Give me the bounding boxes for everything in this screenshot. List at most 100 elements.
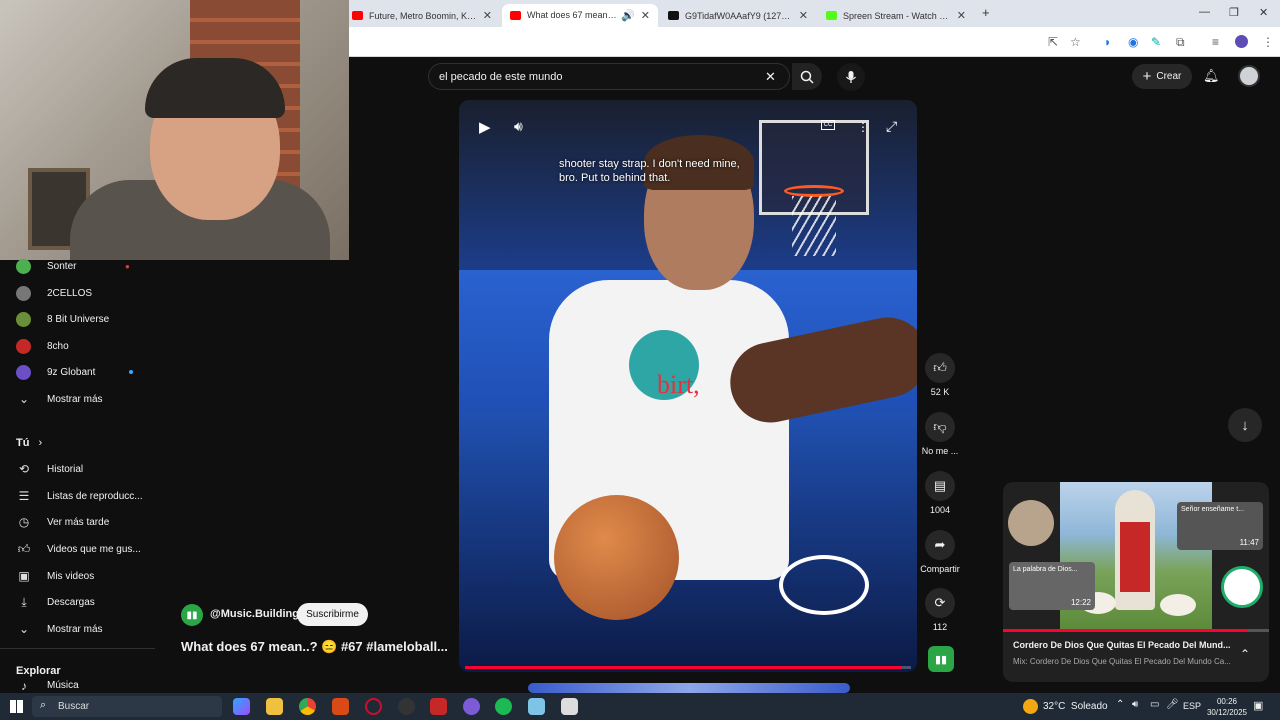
notification-center-icon[interactable]: ▣ (1253, 699, 1263, 712)
sidebar-item-history[interactable]: ⟲ Historial (0, 456, 155, 482)
app-icon[interactable] (430, 698, 447, 715)
windows-start-icon[interactable] (10, 700, 23, 713)
restore-icon[interactable]: ❐ (1229, 6, 1239, 19)
menu-icon[interactable]: ⋮ (1262, 35, 1274, 49)
brave-icon[interactable] (332, 698, 349, 715)
sidebar-item-music[interactable]: ♪ Música (0, 680, 155, 694)
comment-icon[interactable]: ▤ (925, 471, 955, 501)
close-icon[interactable]: ✕ (799, 9, 808, 22)
sidebar-item-subscription[interactable]: 2CELLOS (0, 280, 155, 306)
sidebar-item-watch-later[interactable]: ◷ Ver más tarde (0, 509, 155, 535)
extensions-puzzle-icon[interactable]: ⧉ (1176, 35, 1185, 50)
profile-avatar[interactable] (1235, 35, 1248, 48)
new-tab-button[interactable]: + (982, 5, 990, 20)
channel-name[interactable]: @Music.Building (210, 608, 299, 620)
search-button[interactable] (792, 63, 822, 90)
close-icon[interactable]: ✕ (641, 9, 650, 22)
miniplayer-title[interactable]: Cordero De Dios Que Quitas El Pecado Del… (1013, 640, 1238, 650)
app-icon[interactable] (528, 698, 545, 715)
close-window-icon[interactable]: ✕ (1259, 6, 1268, 19)
language-indicator[interactable]: ESP (1183, 701, 1201, 711)
account-avatar[interactable] (1238, 65, 1260, 87)
media-icon[interactable]: ≡ (1212, 35, 1219, 49)
browser-tab[interactable]: Spreen Stream - Watch Live on ✕ (818, 4, 974, 27)
more-options-icon[interactable]: ⋮ (857, 120, 869, 134)
opera-icon[interactable] (365, 698, 382, 715)
cast-icon[interactable]: ⇱ (1048, 35, 1058, 49)
sidebar-item-playlists[interactable]: ☰ Listas de reproducc... (0, 483, 155, 509)
mic-icon[interactable]: 🎤︎ (1166, 699, 1179, 710)
volume-icon[interactable]: 🔊︎ (514, 118, 523, 135)
extension-icon[interactable]: ◉ (1128, 35, 1138, 49)
share-action[interactable]: ➦ Compartir (918, 530, 962, 574)
fullscreen-icon[interactable]: ⤢ (886, 118, 897, 135)
taskbar-search[interactable]: ⌕ Buscar (32, 696, 222, 717)
subscribe-button[interactable]: Suscribirme (297, 603, 368, 626)
next-short-button[interactable]: ↓ (1228, 408, 1262, 442)
section-you-heading[interactable]: Tú › (16, 437, 42, 449)
file-explorer-icon[interactable] (266, 698, 283, 715)
comments-action[interactable]: ▤ 1004 (918, 471, 962, 515)
sidebar-item-subscription[interactable]: 8cho (0, 333, 155, 359)
share-icon[interactable]: ➦ (925, 530, 955, 560)
bookmark-star-icon[interactable]: ☆ (1070, 35, 1081, 49)
divider (0, 648, 155, 649)
show-more-button[interactable]: ⌄ Mostrar más (0, 616, 155, 642)
miniplayer-progress-track[interactable] (1003, 629, 1269, 632)
progress-track[interactable] (465, 666, 911, 669)
spotify-icon[interactable] (495, 698, 512, 715)
captions-icon[interactable]: CC (821, 120, 835, 130)
discord-icon[interactable] (463, 698, 480, 715)
sidebar-item-subscription[interactable]: 9z Globant (0, 359, 155, 385)
short-video-player[interactable]: ▶ 🔊︎ CC ⋮ ⤢ shooter stay strap. I don't … (459, 100, 917, 672)
chrome-icon[interactable] (299, 698, 316, 715)
search-input[interactable] (439, 69, 759, 85)
search-box[interactable]: ✕ (428, 63, 790, 90)
create-button[interactable]: + Crear (1132, 64, 1192, 89)
minimize-icon[interactable]: — (1199, 6, 1210, 18)
sidebar-item-subscription[interactable]: 8 Bit Universe (0, 306, 155, 332)
play-button[interactable]: ▶ (479, 118, 491, 136)
show-more-button[interactable]: ⌄ Mostrar más (0, 386, 155, 412)
notifications-bell-icon[interactable]: 🔔︎ (1203, 68, 1220, 84)
copilot-icon[interactable] (233, 698, 250, 715)
close-icon[interactable]: ✕ (483, 9, 492, 22)
sound-thumbnail[interactable]: ▮▮ (928, 646, 954, 672)
remix-icon[interactable]: ⟳ (925, 588, 955, 618)
calculator-icon[interactable] (561, 698, 578, 715)
network-icon[interactable]: ▭ (1150, 699, 1159, 710)
next-short-preview[interactable] (528, 683, 850, 693)
clear-search-icon[interactable]: ✕ (765, 69, 776, 85)
queue-thumbnail[interactable]: La palabra de Dios... 12:22 (1009, 562, 1095, 610)
browser-tab[interactable]: Future, Metro Boomin, Kendrick ✕ (344, 4, 500, 27)
browser-tab[interactable]: G9TidafW0AAafY9 (1274×1265) ✕ (660, 4, 816, 27)
sidebar-item-my-videos[interactable]: ▣ Mis videos (0, 563, 155, 589)
chevron-up-icon[interactable]: ⌃ (1116, 699, 1124, 710)
sidebar-item-downloads[interactable]: ⤓ Descargas (0, 589, 155, 615)
queue-thumbnail[interactable]: Señor enseñame t... 11:47 (1177, 502, 1263, 550)
volume-icon[interactable]: 🔊︎ (1132, 699, 1138, 710)
voice-search-button[interactable] (837, 63, 865, 91)
weather-label[interactable]: 32°C Soleado (1043, 701, 1108, 712)
like-action[interactable]: 👍︎ 52 K (918, 353, 962, 397)
obs-icon[interactable] (398, 698, 415, 715)
dislike-action[interactable]: 👎︎ No me ... (918, 412, 962, 456)
channel-avatar[interactable]: ▮▮ (181, 604, 203, 626)
sidebar-item-subscription[interactable]: Sonter ● (0, 253, 155, 279)
browser-tab-active[interactable]: What does 67 mean..? 😑 # 🔊 ✕ (502, 4, 658, 27)
expand-chevron-icon[interactable]: ⌃ (1240, 647, 1250, 661)
like-count: 52 K (930, 387, 950, 397)
clock[interactable]: 00:26 30/12/2025 (1205, 696, 1249, 718)
sidebar-item-label: Listas de reproducc... (47, 490, 143, 502)
close-icon[interactable]: ✕ (957, 9, 966, 22)
sidebar-item-liked-videos[interactable]: 👍︎ Videos que me gus... (0, 536, 155, 562)
sidebar-item-label: Música (47, 680, 79, 691)
remix-action[interactable]: ⟳ 112 (918, 588, 962, 632)
extension-icon[interactable]: ◗ (1104, 35, 1111, 49)
speaker-icon[interactable]: 🔊 (621, 9, 635, 22)
thumbs-down-icon[interactable]: 👎︎ (925, 412, 955, 442)
short-title[interactable]: What does 67 mean..? 😑 #67 #lameloball..… (181, 639, 448, 655)
thumbs-up-icon[interactable]: 👍︎ (925, 353, 955, 383)
translate-icon[interactable]: ✎ (1151, 35, 1161, 49)
miniplayer[interactable]: Señor enseñame t... 11:47 La palabra de … (1003, 482, 1269, 682)
